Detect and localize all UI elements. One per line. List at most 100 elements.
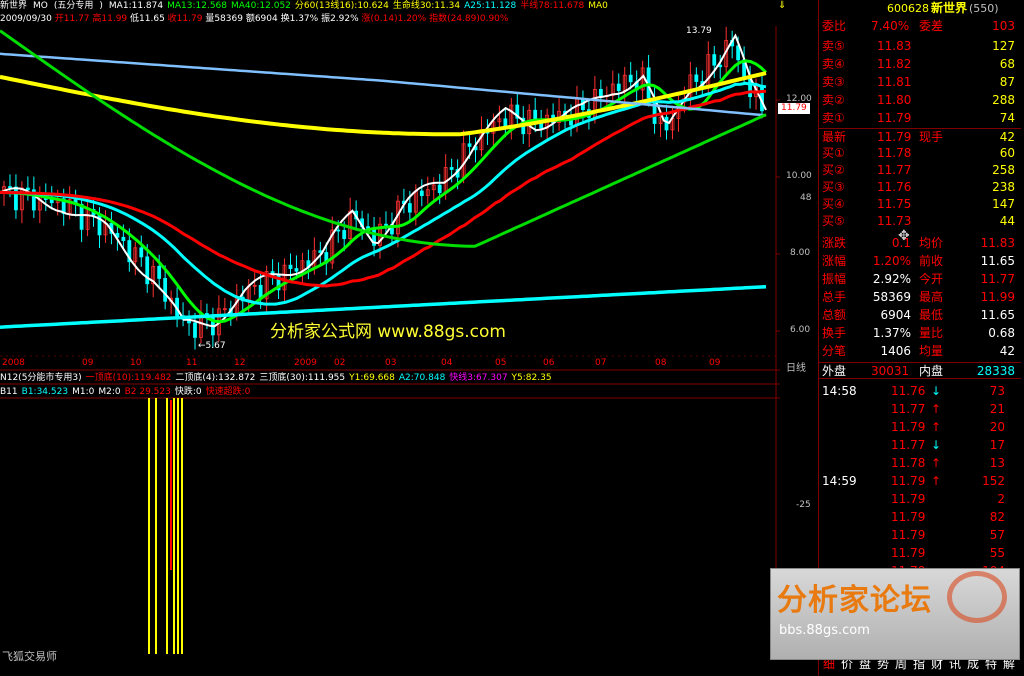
candle-body bbox=[449, 167, 454, 170]
weibi-row: 委比 7.40% 委差 103 bbox=[822, 19, 1015, 33]
stat-value: 42 bbox=[999, 344, 1015, 358]
stat-label: 总手 bbox=[822, 290, 847, 304]
stat-label: 最高 bbox=[919, 290, 944, 304]
ind2-items-item-4: 快跌:0 bbox=[174, 387, 202, 397]
buy-label: 买③ bbox=[822, 180, 845, 194]
candle-body bbox=[664, 116, 669, 131]
stat-label: 涨跌 bbox=[822, 236, 847, 250]
indicator-bar bbox=[181, 398, 183, 654]
index-value: 指数(24.89)0.90% bbox=[429, 14, 509, 24]
ma-value-0: MA1:11.874 bbox=[108, 1, 164, 11]
buy-price: 11.76 bbox=[877, 180, 912, 194]
stat-value: 2.92% bbox=[872, 272, 911, 286]
sell-label: 卖⑤ bbox=[822, 39, 845, 53]
tick-volume: 17 bbox=[989, 438, 1005, 452]
sell-row-1: 卖④ 11.82 68 bbox=[819, 56, 1021, 73]
tick-price: 11.79 bbox=[891, 546, 926, 560]
tick-time: 14:59 bbox=[822, 474, 857, 488]
candle-body bbox=[79, 203, 84, 230]
candle-body bbox=[694, 74, 699, 82]
buy-volume: 44 bbox=[999, 214, 1015, 228]
sell-price: 11.80 bbox=[877, 93, 912, 107]
turnover-value: 换1.37% bbox=[280, 14, 319, 24]
sell-volume: 288 bbox=[992, 93, 1015, 107]
indicator2-legend: B11 B1:34.523 M1:0 M2:0 B2 29.523 快跌:0 快速超跌:0 bbox=[0, 386, 780, 398]
indicator-bar bbox=[173, 398, 175, 654]
period-label[interactable]: 日线 bbox=[786, 359, 806, 374]
low-price-label: ←5.67 bbox=[198, 341, 226, 351]
tick-row-9: 11.79 55 bbox=[819, 545, 1021, 562]
tick-price: 11.79 bbox=[891, 510, 926, 524]
candle-body bbox=[163, 278, 168, 302]
date-tick-8: 04 bbox=[441, 358, 453, 368]
tick-volume: 55 bbox=[989, 546, 1005, 560]
tick-volume: 152 bbox=[982, 474, 1005, 488]
stat-label: 分笔 bbox=[822, 344, 847, 358]
candle-body bbox=[294, 268, 299, 272]
stat-row-2: 振幅 2.92% 今开 11.77 bbox=[819, 271, 1021, 288]
stat-label: 前收 bbox=[919, 254, 944, 268]
date-tick-11: 07 bbox=[595, 358, 607, 368]
tick-row-3: 11.77 ↓ 17 bbox=[819, 437, 1021, 454]
candle-body bbox=[598, 88, 603, 97]
buy-label: 买① bbox=[822, 146, 845, 160]
ind2-items-item-2: M2:0 bbox=[98, 387, 121, 397]
sell-label: 卖② bbox=[822, 93, 845, 107]
candle-body bbox=[628, 74, 633, 83]
candle-body bbox=[139, 247, 144, 258]
buy-row-2: 买③ 11.76 238 bbox=[819, 179, 1021, 196]
price-axis-6: 6.00 bbox=[790, 325, 811, 335]
indicator-bar bbox=[148, 398, 150, 654]
buy-row-3: 买④ 11.75 147 bbox=[819, 196, 1021, 213]
stat-label: 均量 bbox=[919, 344, 944, 358]
tick-row-7: 11.79 82 bbox=[819, 509, 1021, 526]
stat-label: 总额 bbox=[822, 308, 847, 322]
sell-price: 11.79 bbox=[877, 111, 912, 125]
candle-body bbox=[145, 256, 150, 285]
ma-legend-bar: 新世界 MO (五分专用) MA1:11.874 MA13:12.568 MA40:12.… bbox=[0, 0, 780, 12]
tick-row-8: 11.79 57 bbox=[819, 527, 1021, 544]
stock-code: 600628 bbox=[887, 2, 929, 15]
indicator-bar bbox=[177, 398, 179, 654]
buy-volume: 60 bbox=[999, 146, 1015, 160]
price-axis-8: 8.00 bbox=[790, 248, 811, 258]
buy-label: 买④ bbox=[822, 197, 845, 211]
ma-value-3: 分60(13线16):10.624 bbox=[294, 1, 389, 11]
date-tick-2: 10 bbox=[130, 358, 142, 368]
stat-label: 均价 bbox=[919, 236, 944, 250]
stat-label: 量比 bbox=[919, 326, 944, 340]
crosshair-cursor-icon: ✥ bbox=[898, 228, 910, 244]
trader-label: 飞狐交易师 bbox=[2, 650, 57, 663]
tick-volume: 20 bbox=[989, 420, 1005, 434]
forum-watermark: 分析家论坛 bbs.88gs.com bbox=[770, 568, 1020, 660]
stat-value: 1.20% bbox=[872, 254, 911, 268]
candle-body bbox=[193, 322, 197, 338]
ind2-items-item-5: 快速超跌:0 bbox=[205, 387, 251, 397]
date-tick-4: 12 bbox=[234, 358, 246, 368]
stat-value: 11.83 bbox=[980, 236, 1015, 250]
buy-row-1: 买② 11.77 258 bbox=[819, 162, 1021, 179]
stat-value: 11.99 bbox=[980, 290, 1015, 304]
date-tick-9: 05 bbox=[495, 358, 507, 368]
sell-volume: 74 bbox=[999, 111, 1015, 125]
ind1-items-item-2: 三顶底(30):111.955 bbox=[259, 373, 346, 383]
indicator-bar bbox=[170, 400, 172, 570]
tick-row-2: 11.79 ↑ 20 bbox=[819, 419, 1021, 436]
forum-url: bbs.88gs.com bbox=[779, 623, 870, 638]
stat-row-1: 涨幅 1.20% 前收 11.65 bbox=[819, 253, 1021, 270]
candle-body bbox=[437, 184, 442, 194]
indicator-bar bbox=[166, 398, 168, 654]
ind2-items-item-0: B1:34.523 bbox=[21, 387, 69, 397]
collapse-arrow-icon[interactable]: ⇓ bbox=[778, 0, 786, 11]
volume-value: 量58369 bbox=[205, 14, 243, 24]
stat-value: 11.77 bbox=[980, 272, 1015, 286]
tick-arrow-icon: ↑ bbox=[931, 420, 942, 434]
forum-title: 分析家论坛 bbox=[777, 583, 932, 618]
stat-value: 11.65 bbox=[980, 308, 1015, 322]
candle-body bbox=[342, 230, 347, 239]
indicator-bar bbox=[155, 398, 157, 654]
date-axis: 2008 09 10 11 12 2009 02 03 04 05 06 07 08 09 bbox=[0, 358, 780, 370]
buy-price: 11.77 bbox=[877, 163, 912, 177]
stat-row-4: 总额 6904 最低 11.65 bbox=[819, 307, 1021, 324]
buy-volume: 238 bbox=[992, 180, 1015, 194]
